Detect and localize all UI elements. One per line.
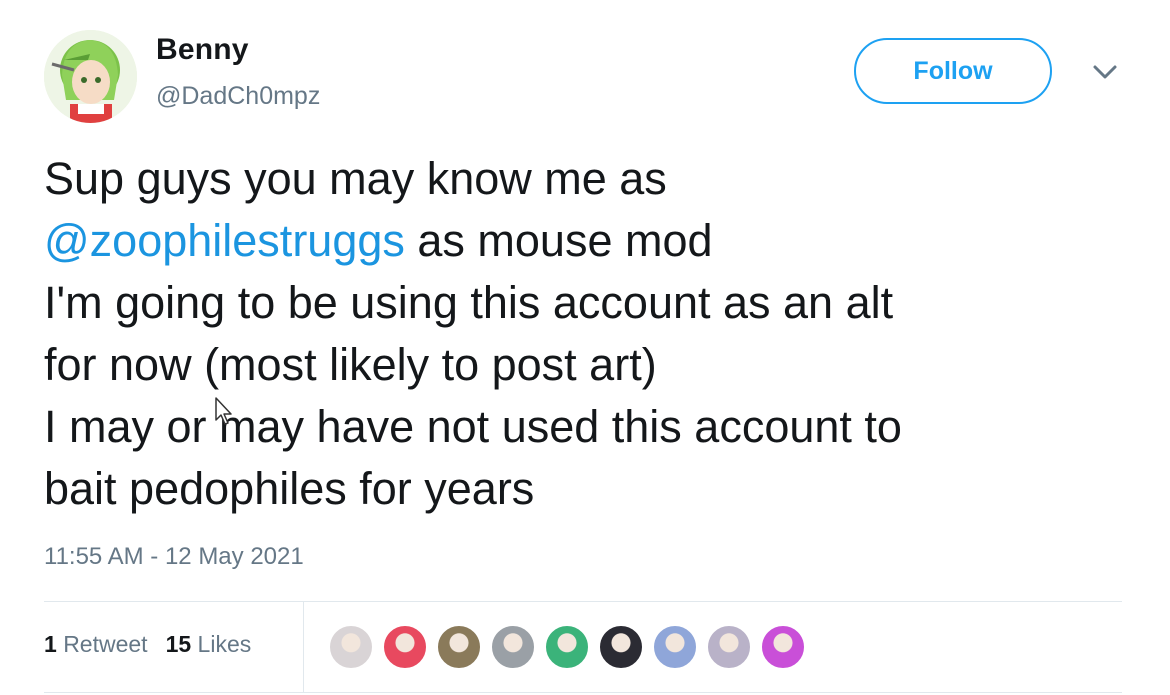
- avatar[interactable]: [44, 30, 137, 123]
- tweet-line: bait pedophiles for years: [44, 463, 535, 514]
- tweet-line-text: as mouse mod: [404, 215, 713, 266]
- tweet-line: I may or may have not used this account …: [44, 401, 902, 452]
- likes-count: 15: [165, 631, 192, 657]
- liker-avatar-1[interactable]: [328, 624, 374, 670]
- liker-avatar-6[interactable]: [598, 624, 644, 670]
- liker-avatar-4[interactable]: [490, 624, 536, 670]
- liker-avatar-9[interactable]: [760, 624, 806, 670]
- follow-button[interactable]: Follow: [854, 38, 1052, 104]
- cursor-icon: [215, 397, 232, 425]
- tweet-line: @zoophilestruggs as mouse mod: [44, 210, 1124, 272]
- retweet-count: 1: [44, 631, 57, 657]
- divider: [44, 692, 1122, 693]
- stats-separator: [303, 602, 304, 692]
- tweet-card: Benny @DadCh0mpz Follow Sup guys you may…: [0, 0, 1170, 695]
- liker-avatar-7[interactable]: [652, 624, 698, 670]
- tweet-text: Sup guys you may know me as @zoophilestr…: [44, 148, 1124, 520]
- liker-avatar-8[interactable]: [706, 624, 752, 670]
- retweet-label: Retweet: [63, 631, 148, 657]
- liker-avatar-3[interactable]: [436, 624, 482, 670]
- avatar-image: [44, 30, 137, 123]
- tweet-line: Sup guys you may know me as: [44, 153, 667, 204]
- divider: [44, 601, 1122, 602]
- liker-avatar-5[interactable]: [544, 624, 590, 670]
- likes-label: Likes: [197, 631, 252, 657]
- mention-link[interactable]: @zoophilestruggs: [44, 215, 405, 266]
- tweet-timestamp[interactable]: 11:55 AM - 12 May 2021: [44, 543, 304, 571]
- retweet-stat[interactable]: 1 Retweet: [44, 631, 148, 657]
- tweet-stats: 1 Retweet 15 Likes: [44, 631, 251, 658]
- liker-avatar-2[interactable]: [382, 624, 428, 670]
- user-handle[interactable]: @DadCh0mpz: [156, 82, 320, 111]
- likes-stat[interactable]: 15 Likes: [166, 631, 252, 657]
- tweet-line: for now (most likely to post art): [44, 339, 657, 390]
- user-display-name[interactable]: Benny: [156, 33, 249, 67]
- tweet-line: I'm going to be using this account as an…: [44, 277, 894, 328]
- chevron-down-icon[interactable]: [1092, 62, 1118, 82]
